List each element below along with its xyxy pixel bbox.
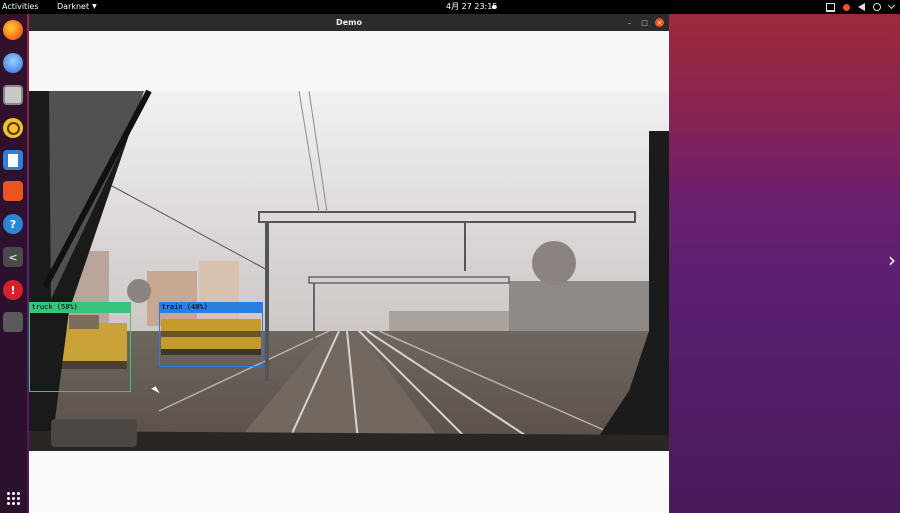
detection-box-train: train (48%) — [158, 302, 263, 367]
update-indicator-icon[interactable] — [843, 3, 850, 11]
window-title: Demo — [336, 18, 362, 27]
video-frame: truck (58%) train (48%) — [29, 31, 669, 451]
app-menu-button[interactable]: Darknet ▼ — [57, 0, 97, 14]
detection-label-train: train (48%) — [158, 302, 263, 313]
network-icon[interactable] — [826, 2, 835, 12]
thunderbird-icon[interactable] — [3, 53, 23, 73]
firefox-icon[interactable] — [3, 20, 23, 40]
apps-grid-icon[interactable] — [3, 488, 23, 508]
clock[interactable]: 4月 27 23:15 — [446, 0, 497, 14]
title-bar[interactable]: Demo – □ × — [29, 14, 669, 31]
demo-window: Demo – □ × truck (58%) train (48%) — [29, 14, 669, 513]
notification-dot-icon — [492, 5, 496, 9]
software-icon[interactable] — [3, 181, 23, 201]
writer-icon[interactable] — [3, 150, 23, 170]
dock: ? < ! — [0, 14, 27, 513]
rhythmbox-icon[interactable] — [3, 118, 23, 138]
help-icon[interactable]: ? — [3, 214, 23, 234]
maximize-icon[interactable]: □ — [640, 18, 649, 27]
detection-label-truck: truck (58%) — [29, 302, 131, 313]
chevron-right-icon[interactable]: › — [888, 248, 896, 272]
triangle-down-icon: ▼ — [92, 3, 97, 10]
window-bottom-area — [29, 451, 669, 513]
window-icon[interactable] — [3, 312, 23, 332]
minimize-icon[interactable]: – — [625, 18, 634, 27]
app-menu-label: Darknet — [57, 2, 90, 11]
system-tray[interactable] — [826, 1, 896, 12]
top-bar: Activities Darknet ▼ 4月 27 23:15 — [0, 0, 900, 14]
close-icon[interactable]: × — [655, 18, 664, 27]
terminal-icon[interactable]: < — [3, 247, 23, 267]
files-icon[interactable] — [3, 85, 23, 105]
power-icon[interactable] — [873, 3, 881, 11]
chevron-down-icon[interactable] — [887, 1, 896, 10]
detection-box-truck: truck (58%) — [29, 302, 131, 392]
activities-button[interactable]: Activities — [2, 0, 39, 14]
error-icon[interactable]: ! — [3, 280, 23, 300]
volume-icon[interactable] — [858, 3, 865, 11]
